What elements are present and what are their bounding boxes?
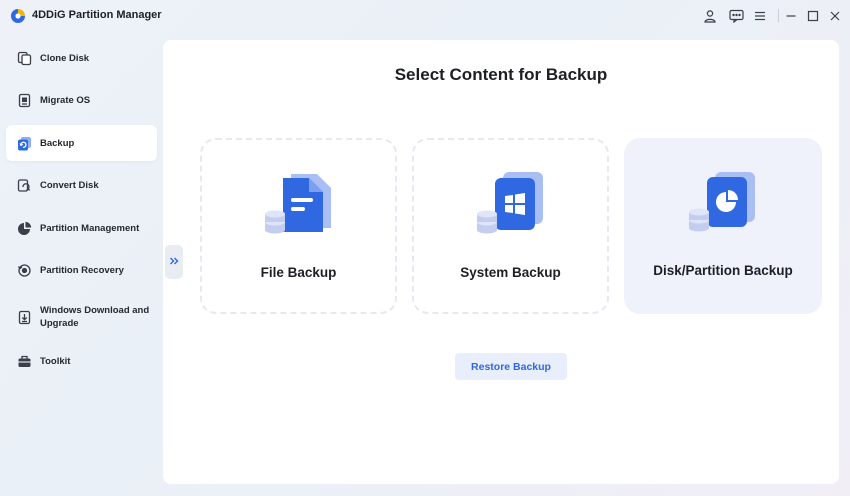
- sidebar-item-label: Windows Download and Upgrade: [40, 305, 150, 329]
- card-label: Disk/Partition Backup: [653, 263, 793, 278]
- minimize-icon[interactable]: [783, 8, 799, 24]
- migrate-os-icon: [16, 92, 32, 108]
- sidebar-item-clone-disk[interactable]: Clone Disk: [6, 40, 157, 76]
- sidebar-item-label: Toolkit: [40, 355, 71, 367]
- sidebar-item-label: Migrate OS: [40, 94, 91, 106]
- sidebar-item-partition-recovery[interactable]: Partition Recovery: [6, 252, 157, 288]
- sidebar-item-partition-management[interactable]: Partition Management: [6, 210, 157, 246]
- feedback-icon[interactable]: [728, 8, 744, 24]
- sidebar-item-backup[interactable]: Backup: [6, 125, 157, 161]
- main-panel: Select Content for Backup File Backup Sy…: [163, 40, 839, 484]
- collapse-sidebar-button[interactable]: [165, 245, 183, 279]
- app-title: 4DDiG Partition Manager: [32, 9, 162, 21]
- restore-backup-button[interactable]: Restore Backup: [455, 353, 567, 380]
- sidebar-item-label: Clone Disk: [40, 52, 90, 64]
- menu-icon[interactable]: [752, 8, 768, 24]
- toolkit-icon: [16, 353, 32, 369]
- maximize-icon[interactable]: [805, 8, 821, 24]
- backup-icon: [16, 135, 32, 151]
- page-title: Select Content for Backup: [394, 65, 608, 84]
- double-chevron-right-icon: [169, 253, 179, 271]
- card-system-backup[interactable]: System Backup: [412, 138, 609, 314]
- sidebar-item-label: Partition Management: [40, 222, 140, 234]
- sidebar-item-label: Backup: [40, 137, 75, 149]
- card-label: System Backup: [460, 265, 561, 280]
- disk-partition-backup-icon: [685, 164, 761, 240]
- windows-download-icon: [16, 309, 32, 325]
- sidebar-item-windows-download[interactable]: Windows Download and Upgrade: [6, 295, 157, 339]
- title-bar: 4DDiG Partition Manager: [0, 0, 850, 32]
- sidebar-item-toolkit[interactable]: Toolkit: [6, 343, 157, 379]
- titlebar-divider: [778, 9, 779, 22]
- account-icon[interactable]: [702, 8, 718, 24]
- partition-management-icon: [16, 220, 32, 236]
- partition-recovery-icon: [16, 262, 32, 278]
- sidebar-item-migrate-os[interactable]: Migrate OS: [6, 82, 157, 118]
- card-disk-partition-backup[interactable]: Disk/Partition Backup: [624, 138, 822, 314]
- sidebar-item-label: Partition Recovery: [40, 264, 124, 276]
- sidebar-item-label: Convert Disk: [40, 179, 99, 191]
- sidebar-item-convert-disk[interactable]: Convert Disk: [6, 167, 157, 203]
- card-label: File Backup: [260, 265, 337, 280]
- card-file-backup[interactable]: File Backup: [200, 138, 397, 314]
- clone-disk-icon: [16, 50, 32, 66]
- convert-disk-icon: [16, 177, 32, 193]
- app-logo-icon: [10, 8, 26, 24]
- file-backup-icon: [261, 166, 337, 242]
- close-icon[interactable]: [827, 8, 843, 24]
- system-backup-icon: [473, 166, 549, 242]
